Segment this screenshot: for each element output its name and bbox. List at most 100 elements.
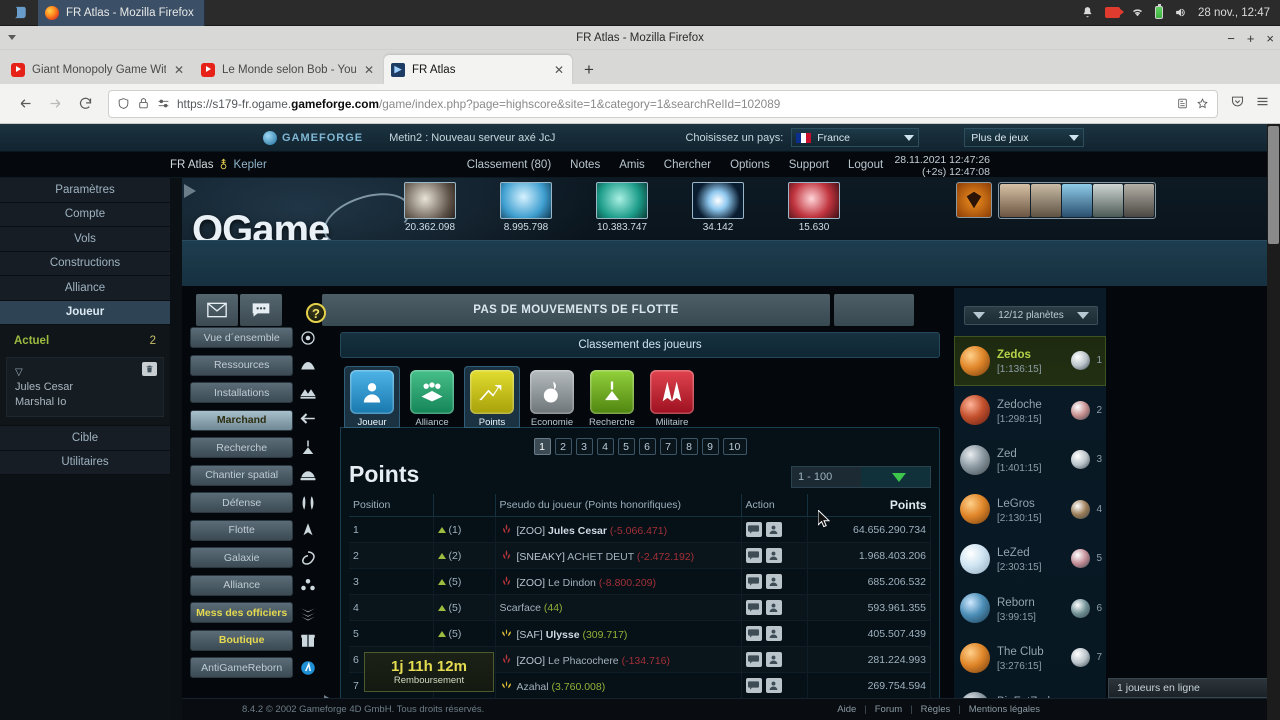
sidebar-item-alliance[interactable]: Alliance (0, 276, 170, 301)
browser-tab-2[interactable]: Le Monde selon Bob - YouTub ✕ (194, 55, 382, 84)
chat-icon[interactable] (240, 294, 282, 326)
player-alliance-tag[interactable]: [SNEAKY] (517, 551, 565, 563)
chevron-left-icon[interactable] (973, 312, 985, 319)
message-icon[interactable] (745, 626, 762, 641)
player-alliance-tag[interactable]: [ZOO] (517, 525, 546, 537)
resource-darkmatter[interactable]: 15.630 (766, 182, 862, 233)
profile-icon[interactable] (765, 548, 782, 563)
message-icon[interactable] (745, 574, 762, 589)
sidebar-item-cible[interactable]: Cible (0, 426, 170, 451)
player-alliance-tag[interactable]: [ZOO] (517, 577, 546, 589)
tab-points[interactable]: Points (464, 366, 520, 428)
player-name[interactable]: Le Phacochere (548, 655, 619, 667)
table-row[interactable]: 3 (5) [ZOO] Le Dindon (-8.800.209) 685.206.… (349, 568, 931, 595)
profile-icon[interactable] (765, 652, 782, 667)
address-bar[interactable]: https://s179-fr.ogame.gameforge.com/game… (108, 89, 1218, 118)
url-text[interactable]: https://s179-fr.ogame.gameforge.com/game… (177, 97, 1169, 111)
resource-metal[interactable]: 20.362.098 (382, 182, 478, 233)
page-scrollbar[interactable] (1267, 124, 1280, 720)
menu-link-notes[interactable]: Notes (570, 159, 600, 171)
message-icon[interactable] (745, 600, 762, 615)
tab-joueur[interactable]: Joueur (344, 366, 400, 428)
menu-link-chercher[interactable]: Chercher (664, 159, 711, 171)
profile-icon[interactable] (765, 522, 782, 537)
officer-icon[interactable] (1093, 184, 1123, 217)
planet-item[interactable]: The Club [3:276:15] 7 (954, 633, 1106, 683)
chevron-down-icon[interactable]: ▽ (15, 367, 23, 378)
page-button-3[interactable]: 3 (575, 438, 593, 455)
bookmark-star-icon[interactable] (1196, 97, 1209, 110)
officer-icon[interactable] (1124, 184, 1154, 217)
gameforge-logo[interactable]: GAMEFORGE (263, 130, 363, 145)
sidebar-name-group[interactable]: ▽ Jules Cesar Marshal Io (6, 357, 164, 417)
battery-icon[interactable] (1154, 3, 1163, 19)
range-select[interactable]: 1 - 100 (791, 466, 931, 488)
player-name[interactable]: Scarface (500, 602, 541, 614)
page-button-8[interactable]: 8 (680, 438, 698, 455)
tab-economie[interactable]: Economie (524, 366, 580, 428)
planet-item[interactable]: Zedos [1:136:15] 1 (954, 336, 1106, 386)
player-name[interactable]: Azahal (517, 681, 549, 693)
moon-icon[interactable] (1071, 598, 1090, 618)
cell-action[interactable] (741, 646, 808, 673)
sidebar-name-2[interactable]: Marshal Io (15, 395, 155, 410)
sidebar-actual-row[interactable]: Actuel 2 (0, 331, 170, 351)
page-button-5[interactable]: 5 (617, 438, 635, 455)
maximize-button[interactable]: + (1247, 32, 1255, 45)
new-tab-button[interactable]: + (574, 55, 604, 84)
help-icon[interactable]: ? (306, 303, 326, 323)
message-icon[interactable] (745, 522, 762, 537)
cell-action[interactable] (741, 620, 808, 647)
taskbar-window-button[interactable]: FR Atlas - Mozilla Firefox (38, 0, 205, 26)
cell-action[interactable] (741, 672, 808, 699)
cell-action[interactable] (741, 516, 808, 543)
footer-link-aide[interactable]: Aide (837, 704, 856, 715)
shield-icon[interactable] (117, 97, 130, 110)
close-icon[interactable]: ✕ (363, 63, 375, 77)
moon-icon[interactable] (1071, 648, 1090, 668)
planet-item[interactable]: LeZed [2:303:15] 5 (954, 534, 1106, 584)
chevron-right-icon[interactable] (1077, 312, 1089, 319)
page-button-10[interactable]: 10 (722, 438, 747, 455)
country-select[interactable]: France (791, 128, 920, 147)
close-button[interactable]: × (1266, 32, 1274, 45)
menu-row-resources[interactable]: Ressources (190, 352, 318, 380)
profile-icon[interactable] (765, 626, 782, 641)
page-button-9[interactable]: 9 (701, 438, 719, 455)
menu-row-fleet[interactable]: Flotte (190, 517, 318, 545)
menu-link-amis[interactable]: Amis (619, 159, 645, 171)
menu-row-antigame[interactable]: AntiGameReborn (190, 654, 318, 682)
menu-row-defence[interactable]: Défense (190, 489, 318, 517)
profile-icon[interactable] (765, 678, 782, 693)
menu-row-merchant[interactable]: Marchand (190, 407, 318, 435)
menu-link-support[interactable]: Support (789, 159, 829, 171)
menu-row-shop[interactable]: Boutique (190, 627, 318, 655)
forward-button[interactable] (40, 90, 70, 118)
resource-deuterium[interactable]: 10.383.747 (574, 182, 670, 233)
profile-icon[interactable] (765, 574, 782, 589)
tab-alliance[interactable]: Alliance (404, 366, 460, 428)
officer-icon[interactable] (1031, 184, 1061, 217)
player-name[interactable]: Jules Cesar (548, 525, 607, 537)
page-button-2[interactable]: 2 (554, 438, 572, 455)
planet-item[interactable]: Zedoche [1:298:15] 2 (954, 386, 1106, 436)
tab-recherche[interactable]: Recherche (584, 366, 640, 428)
reload-button[interactable] (70, 90, 100, 118)
sidebar-item-constructions[interactable]: Constructions (0, 251, 170, 276)
browser-tab-1[interactable]: Giant Monopoly Game With R ✕ (4, 55, 192, 84)
browser-tab-3[interactable]: ▶ FR Atlas ✕ (384, 55, 572, 84)
player-name[interactable]: Ulysse (546, 629, 580, 641)
officer-icon[interactable] (1062, 184, 1092, 217)
planet-item[interactable]: LeGros [2:130:15] 4 (954, 485, 1106, 535)
chevron-down-icon[interactable] (861, 467, 930, 487)
chevron-down-icon[interactable] (8, 35, 16, 40)
bell-icon[interactable] (1081, 6, 1094, 19)
moon-icon[interactable] (1071, 499, 1090, 519)
planet-count-selector[interactable]: 12/12 planètes (964, 306, 1098, 325)
sidebar-item-utilitaires[interactable]: Utilitaires (0, 450, 170, 475)
menu-row-galaxy[interactable]: Galaxie (190, 544, 318, 572)
envelope-icon[interactable] (196, 294, 238, 326)
minimize-button[interactable]: − (1227, 32, 1235, 45)
back-button[interactable] (10, 90, 40, 118)
fleet-status-bar[interactable]: PAS DE MOUVEMENTS DE FLOTTE (322, 294, 830, 326)
